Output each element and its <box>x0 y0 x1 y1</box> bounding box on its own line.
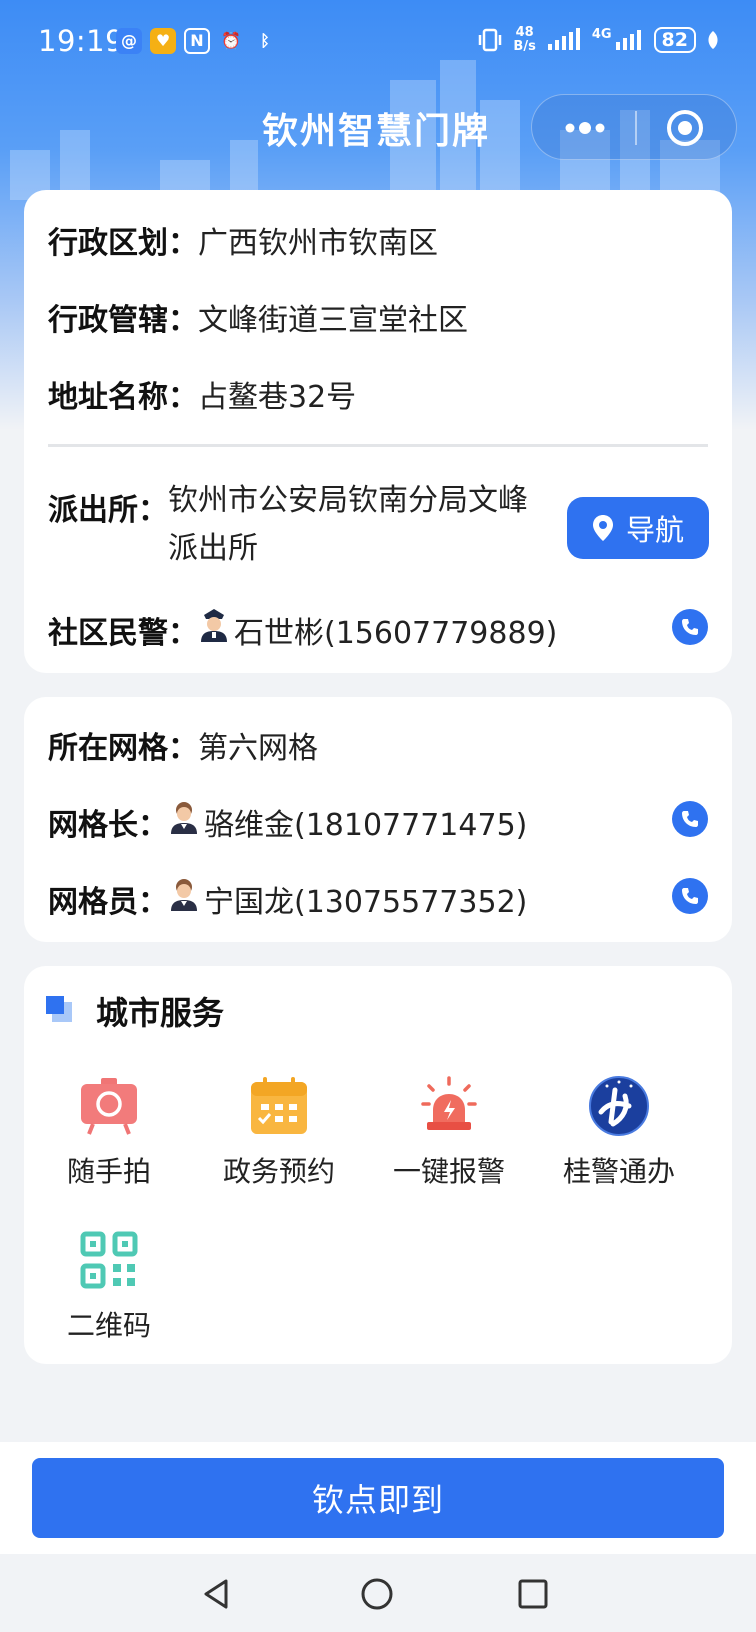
leaf-icon <box>708 31 718 49</box>
call-grid-leader-button[interactable] <box>672 801 708 837</box>
city-services-card: 城市服务 随手拍 政务预约 一键报警 桂警通办 二维码 <box>24 966 732 1364</box>
nfc-icon: N <box>184 28 210 54</box>
phone-icon <box>682 888 698 904</box>
recent-apps-icon[interactable] <box>515 1576 551 1612</box>
calendar-icon <box>251 1077 307 1134</box>
signal-icon <box>547 28 580 50</box>
officer-value: 石世彬(15607779889) <box>234 616 558 651</box>
call-officer-button[interactable] <box>672 609 708 645</box>
call-grid-member-button[interactable] <box>672 878 708 914</box>
alarm-icon <box>421 1076 477 1130</box>
section-marker-icon <box>46 996 72 1022</box>
bluetooth-icon: ᛒ <box>260 31 270 50</box>
police-avatar-icon <box>201 609 227 642</box>
qrcode-icon <box>80 1231 138 1289</box>
grid-leader-row: 网格长： 骆维金(18107771475) <box>48 800 527 844</box>
service-label: 随手拍 <box>66 1155 151 1188</box>
vibrate-icon <box>479 28 502 52</box>
service-gui-police[interactable]: 桂警通办 <box>534 1076 704 1190</box>
capsule-divider <box>635 111 637 145</box>
more-icon[interactable] <box>560 115 610 141</box>
signal-4g-icon <box>615 30 641 50</box>
mini-program-capsule <box>531 94 737 160</box>
district-value: 广西钦州市钦南区 <box>198 226 438 261</box>
gui-police-logo <box>589 1076 649 1136</box>
grid-leader-avatar-icon <box>171 802 197 834</box>
service-snapshot[interactable]: 随手拍 <box>24 1076 194 1190</box>
service-label: 一键报警 <box>392 1155 505 1188</box>
battery-indicator: 82 <box>653 27 696 53</box>
grid-member-row: 网格员： 宁国龙(13075577352) <box>48 877 527 921</box>
address-card: 行政区划： 广西钦州市钦南区 行政管辖： 文峰街道三宣堂社区 地址名称： 占鳌巷… <box>24 190 732 673</box>
navigation-button-label: 导航 <box>625 513 684 547</box>
grid-member-value: 宁国龙(13075577352) <box>204 885 528 920</box>
grid-value: 第六网格 <box>198 731 318 766</box>
service-appointment[interactable]: 政务预约 <box>194 1076 364 1190</box>
service-label: 政务预约 <box>222 1155 335 1188</box>
jurisdiction-value: 文峰街道三宣堂社区 <box>198 303 468 338</box>
grid-row: 所在网格： 第六网格 <box>48 723 318 767</box>
app-notification-icon: @ <box>116 28 142 54</box>
network-type: 4G <box>591 26 612 42</box>
back-icon[interactable] <box>200 1576 236 1612</box>
service-emergency-alarm[interactable]: 一键报警 <box>364 1076 534 1190</box>
address-label: 地址名称： <box>48 380 198 415</box>
jurisdiction-row: 行政管辖： 文峰街道三宣堂社区 <box>48 295 468 339</box>
status-bar: 19:19 @ ♥ N ⏰ ᛒ 48 B/s 4G 82 <box>0 0 756 86</box>
location-pin-icon <box>592 515 613 541</box>
police-station-label: 派出所： <box>48 493 168 528</box>
system-navigation-bar <box>0 1554 756 1632</box>
officer-row: 社区民警： 石世彬(15607779889) <box>48 608 557 652</box>
address-value: 占鳌巷32号 <box>198 380 357 415</box>
status-app-icons: @ ♥ N ⏰ ᛒ <box>116 28 278 54</box>
checkin-button[interactable]: 钦点即到 <box>32 1458 724 1538</box>
camera-icon <box>81 1078 137 1135</box>
grid-member-label: 网格员： <box>48 885 168 920</box>
title-bar: 钦州智慧门牌 <box>0 92 756 162</box>
service-qrcode[interactable]: 二维码 <box>24 1230 194 1344</box>
close-mini-program-icon[interactable] <box>665 108 705 148</box>
grid-card: 所在网格： 第六网格 网格长： 骆维金(18107771475) 网格员： 宁国… <box>24 697 732 942</box>
officer-label: 社区民警： <box>48 616 198 651</box>
district-row: 行政区划： 广西钦州市钦南区 <box>48 218 438 262</box>
section-divider <box>48 444 708 447</box>
net-speed: 48 B/s <box>513 25 536 54</box>
district-label: 行政区划： <box>48 226 198 261</box>
police-station-row: 派出所： 钦州市公安局钦南分局文峰 派出所 <box>48 483 528 573</box>
grid-member-avatar-icon <box>171 879 197 911</box>
jurisdiction-label: 行政管辖： <box>48 303 198 338</box>
grid-leader-label: 网格长： <box>48 808 168 843</box>
address-row: 地址名称： 占鳌巷32号 <box>48 372 356 416</box>
grid-leader-value: 骆维金(18107771475) <box>204 808 528 843</box>
alarm-clock-icon: ⏰ <box>221 31 241 50</box>
app-notification-icon: ♥ <box>150 28 176 54</box>
police-station-value: 钦州市公安局钦南分局文峰 派出所 <box>168 483 528 566</box>
services-title: 城市服务 <box>96 994 225 1032</box>
navigation-button[interactable]: 导航 <box>567 497 709 559</box>
page-title: 钦州智慧门牌 <box>262 111 491 152</box>
status-indicators: 48 B/s 4G 82 <box>477 26 720 54</box>
service-label: 桂警通办 <box>562 1155 675 1188</box>
phone-icon <box>682 811 698 827</box>
status-time: 19:19 <box>38 24 125 58</box>
bottom-action-bar: 钦点即到 <box>0 1442 756 1554</box>
grid-label: 所在网格： <box>48 731 198 766</box>
service-label: 二维码 <box>66 1309 151 1342</box>
home-icon[interactable] <box>359 1576 395 1612</box>
phone-icon <box>682 619 698 635</box>
